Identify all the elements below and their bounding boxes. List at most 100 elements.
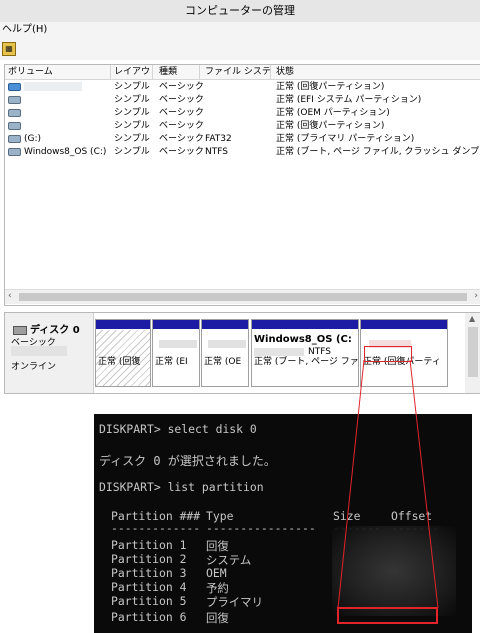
volume-icon: [8, 121, 21, 130]
console-line: DISKPART> list partition: [99, 480, 264, 494]
partition-label: 正常 (回復: [98, 357, 141, 367]
type-cell: ベーシック: [159, 134, 203, 144]
diskpart-console: DISKPART> select disk 0 ディスク 0 が選択されました。…: [94, 414, 472, 633]
rule-type: ----------------: [206, 521, 316, 535]
status-cell: 正常 (回復パーティション): [276, 121, 385, 131]
partition-block[interactable]: 正常 (EI: [152, 319, 200, 387]
volume-row[interactable]: シンプル ベーシック 正常 (回復パーティション): [5, 81, 480, 94]
volume-icon: [8, 147, 21, 156]
partition-id: Partition 5: [111, 594, 187, 608]
redacted-size-offset: [332, 526, 456, 616]
partition-row: Partition 1 回復: [111, 538, 229, 553]
redacted-disk-size: [11, 346, 67, 356]
partition-row: Partition 2 システム: [111, 552, 251, 567]
type-cell: ベーシック: [159, 95, 203, 105]
scrollbar-thumb[interactable]: [468, 327, 478, 377]
properties-icon[interactable]: ▦: [2, 42, 16, 56]
disk-status: オンライン: [11, 362, 57, 372]
partition-id: Partition 3: [111, 566, 187, 580]
window-title: コンピューターの管理: [0, 0, 480, 23]
vertical-scrollbar[interactable]: ▲: [465, 313, 480, 393]
partition-id: Partition 4: [111, 580, 187, 594]
partition-row: Partition 6 回復: [111, 610, 229, 625]
disk-icon: [13, 325, 27, 335]
highlight-box: [337, 607, 438, 624]
volume-row[interactable]: (G:) シンプル ベーシック FAT32 正常 (プライマリ パーティション): [5, 133, 480, 146]
status-cell: 正常 (ブート, ページ ファイル, クラッシュ ダンプ, プライマ: [276, 147, 480, 157]
status-cell: 正常 (回復パーティション): [276, 82, 385, 92]
scroll-right-icon[interactable]: ›: [474, 291, 478, 301]
partition-bar: [202, 320, 248, 329]
menu-bar: ヘルプ(H): [0, 22, 480, 38]
fs-cell: NTFS: [205, 147, 228, 157]
console-line: DISKPART> select disk 0: [99, 422, 257, 436]
partition-block[interactable]: Windows8_OS (C: NTFS 正常 (ブート, ページ ファ: [251, 319, 359, 387]
fs-cell: [202, 94, 273, 107]
redacted-partition-size: [159, 340, 197, 348]
partition-block[interactable]: 正常 (回復: [95, 319, 151, 387]
partition-bar: [153, 320, 199, 329]
layout-cell: シンプル: [114, 121, 150, 131]
layout-cell: シンプル: [114, 147, 150, 157]
menu-help[interactable]: ヘルプ(H): [2, 24, 47, 35]
partition-bar: [96, 320, 150, 329]
scroll-left-icon[interactable]: ‹: [8, 291, 12, 301]
console-line: ディスク 0 が選択されました。: [99, 454, 276, 468]
volume-icon: [8, 95, 21, 104]
partition-label: 正常 (OE: [204, 357, 242, 367]
partition-id: Partition 6: [111, 610, 187, 624]
volume-row[interactable]: シンプル ベーシック 正常 (EFI システム パーティション): [5, 94, 480, 107]
type-cell: ベーシック: [159, 82, 203, 92]
partition-row: Partition 3 OEM: [111, 566, 227, 580]
layout-cell: シンプル: [114, 134, 150, 144]
status-cell: 正常 (EFI システム パーティション): [276, 95, 422, 105]
col-volume[interactable]: ボリューム: [5, 65, 111, 79]
scrollbar-thumb[interactable]: [19, 293, 467, 301]
redacted-partition-size: [208, 340, 246, 348]
volume-icon: [8, 108, 21, 117]
volume-blue-icon: [8, 82, 21, 91]
partition-bar: [361, 320, 447, 329]
partition-type: プライマリ: [206, 595, 263, 609]
redacted-volume-name: [24, 82, 82, 91]
partition-table-rule: ------------- ---------------- ------- -…: [111, 521, 439, 535]
col-type[interactable]: 種類: [156, 65, 200, 79]
fs-cell: [202, 81, 273, 94]
col-layout[interactable]: レイアウト: [111, 65, 153, 79]
volume-row[interactable]: シンプル ベーシック 正常 (OEM パーティション): [5, 107, 480, 120]
layout-cell: シンプル: [114, 108, 150, 118]
partition-label: 正常 (ブート, ページ ファ: [254, 357, 359, 367]
highlight-box: [364, 346, 412, 362]
partition-bar: [252, 320, 358, 329]
partition-row: Partition 5 プライマリ: [111, 594, 263, 609]
partition-type: 回復: [206, 611, 229, 625]
type-cell: ベーシック: [159, 108, 203, 118]
scroll-up-icon[interactable]: ▲: [469, 314, 475, 323]
volume-row[interactable]: Windows8_OS (C:) シンプル ベーシック NTFS 正常 (ブート…: [5, 146, 480, 159]
toolbar: ▦: [0, 38, 480, 60]
partition-label: 正常 (EI: [155, 357, 188, 367]
fs-cell: [202, 120, 273, 133]
status-cell: 正常 (OEM パーティション): [276, 108, 390, 118]
status-cell: 正常 (プライマリ パーティション): [276, 134, 415, 144]
layout-cell: シンプル: [114, 82, 150, 92]
partition-block[interactable]: 正常 (OE: [201, 319, 249, 387]
volume-list-header: ボリューム レイアウト 種類 ファイル システム 状態: [5, 65, 480, 80]
col-status[interactable]: 状態: [273, 65, 480, 79]
type-cell: ベーシック: [159, 121, 203, 131]
type-cell: ベーシック: [159, 147, 203, 157]
partition-id: Partition 2: [111, 552, 187, 566]
disk-info[interactable]: ディスク 0 ベーシック オンライン: [5, 313, 94, 393]
partition-id: Partition 1: [111, 538, 187, 552]
volume-name: Windows8_OS (C:): [24, 147, 107, 157]
fs-cell: FAT32: [205, 134, 232, 144]
volume-icon: [8, 134, 21, 143]
volume-list: ボリューム レイアウト 種類 ファイル システム 状態 シンプル ベーシック 正…: [4, 64, 480, 306]
layout-cell: シンプル: [114, 95, 150, 105]
partition-name: Windows8_OS (C:: [254, 334, 352, 345]
volume-row[interactable]: シンプル ベーシック 正常 (回復パーティション): [5, 120, 480, 133]
rule-partition: -------------: [111, 521, 201, 535]
horizontal-scrollbar[interactable]: ‹ ›: [5, 289, 480, 304]
col-filesystem[interactable]: ファイル システム: [202, 65, 271, 79]
partition-row: Partition 4 予約: [111, 580, 229, 595]
